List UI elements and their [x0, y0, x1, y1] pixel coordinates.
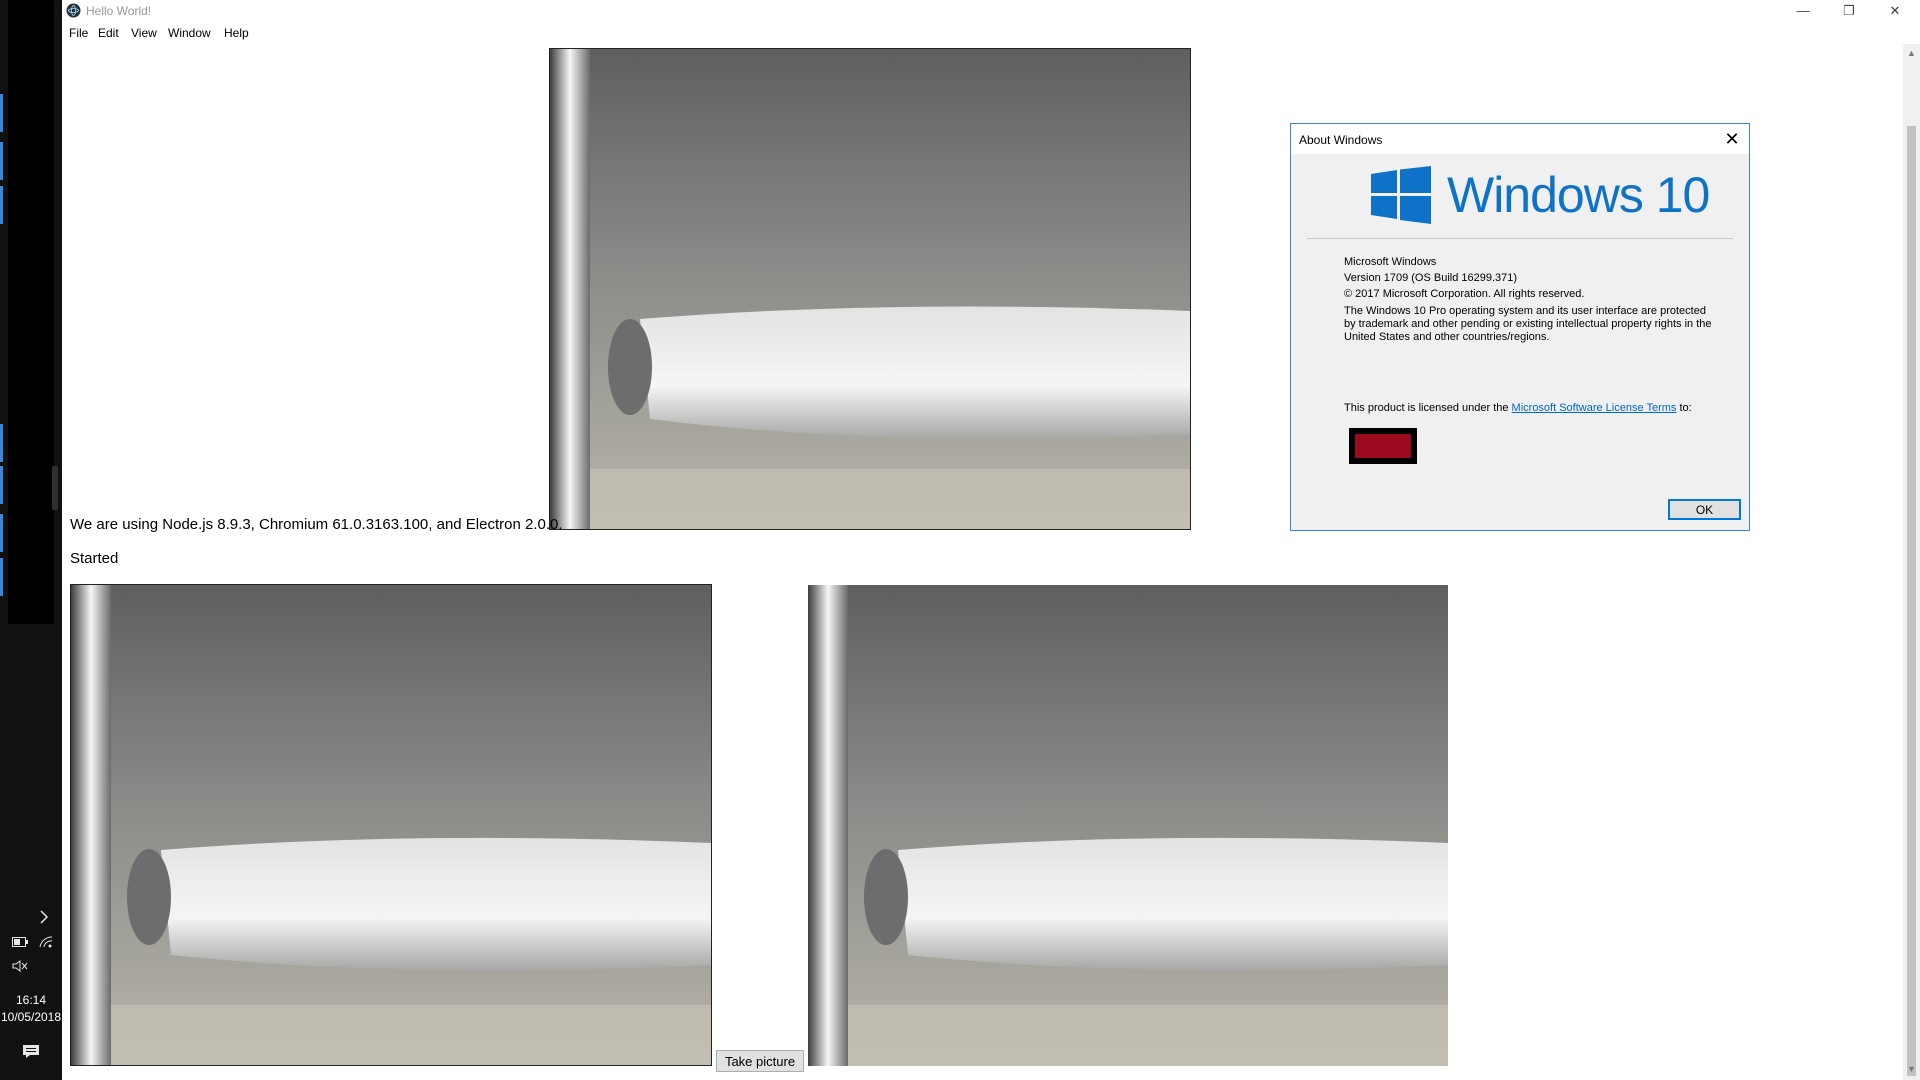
vertical-scrollbar[interactable]: ▲ ▼: [1903, 44, 1920, 1080]
scroll-down-arrow-icon[interactable]: ▼: [1906, 1064, 1917, 1075]
taskbar-pinned-app[interactable]: [0, 186, 3, 224]
dialog-titlebar[interactable]: About Windows ✕: [1291, 124, 1749, 154]
clock-date: 10/05/2018: [0, 1010, 62, 1024]
dialog-separator: [1307, 238, 1733, 239]
minimize-button[interactable]: —: [1780, 0, 1826, 22]
taskbar: 16:14 10/05/2018: [0, 0, 62, 1080]
ok-button[interactable]: OK: [1668, 499, 1741, 520]
versions-text: We are using Node.js 8.9.3, Chromium 61.…: [70, 516, 563, 533]
license-suffix: to:: [1676, 402, 1692, 414]
wifi-icon[interactable]: [36, 936, 56, 950]
taskbar-pinned-app[interactable]: [0, 514, 3, 552]
taskbar-pinned-app[interactable]: [0, 558, 3, 596]
window-title: Hello World!: [86, 4, 152, 18]
battery-icon[interactable]: [10, 936, 30, 949]
taskbar-scroll-handle[interactable]: [52, 466, 58, 510]
windows-brand-text: Windows 10: [1447, 167, 1710, 223]
electron-app-icon: [66, 3, 81, 18]
menu-view[interactable]: View: [131, 26, 157, 40]
clock-time: 16:14: [15, 993, 47, 1007]
window-titlebar[interactable]: Hello World! — ❐ ✕: [62, 0, 1920, 22]
taskbar-pinned-app[interactable]: [0, 94, 3, 132]
restore-button[interactable]: ❐: [1826, 0, 1872, 22]
license-terms-link[interactable]: Microsoft Software License Terms: [1512, 402, 1677, 414]
camera-video: [549, 48, 1191, 530]
menu-bar: File Edit View Window Help: [62, 22, 1920, 45]
taskbar-apps-area: [8, 0, 54, 624]
taskbar-pinned-app[interactable]: [0, 424, 3, 462]
windows-logo-icon: [1371, 166, 1431, 224]
mute-icon[interactable]: [10, 960, 30, 974]
licensee-redacted: [1349, 428, 1417, 464]
dialog-title: About Windows: [1299, 133, 1383, 147]
about-windows-dialog: About Windows ✕ Windows 10 Microsoft Win…: [1290, 123, 1750, 531]
license-prefix: This product is licensed under the: [1344, 402, 1512, 414]
capture-canvas: [70, 584, 712, 1066]
scroll-up-arrow-icon[interactable]: ▲: [1906, 48, 1917, 59]
copyright-text: © 2017 Microsoft Corporation. All rights…: [1344, 288, 1585, 300]
version-text: Version 1709 (OS Build 16299.371): [1344, 272, 1518, 284]
taskbar-pinned-app[interactable]: [0, 142, 3, 180]
scrollbar-thumb[interactable]: [1907, 126, 1916, 1076]
close-window-button[interactable]: ✕: [1872, 0, 1918, 22]
taskbar-pinned-app[interactable]: [0, 466, 3, 504]
notification-icon[interactable]: [22, 1044, 40, 1058]
taskbar-clock[interactable]: 16:14 10/05/2018: [0, 992, 62, 1026]
menu-help[interactable]: Help: [224, 26, 249, 40]
legal-notice: The Windows 10 Pro operating system and …: [1344, 305, 1712, 343]
product-name: Microsoft Windows: [1344, 256, 1437, 268]
take-picture-button[interactable]: Take picture: [716, 1050, 804, 1072]
status-text: Started: [70, 550, 119, 567]
menu-file[interactable]: File: [69, 26, 88, 40]
chevron-right-icon[interactable]: [34, 910, 54, 926]
menu-edit[interactable]: Edit: [98, 26, 119, 40]
license-text: This product is licensed under the Micro…: [1344, 402, 1714, 415]
menu-window[interactable]: Window: [168, 26, 211, 40]
licensee-redaction-fill: [1355, 434, 1411, 458]
captured-photo: [808, 585, 1448, 1066]
dialog-close-button[interactable]: ✕: [1721, 128, 1743, 150]
